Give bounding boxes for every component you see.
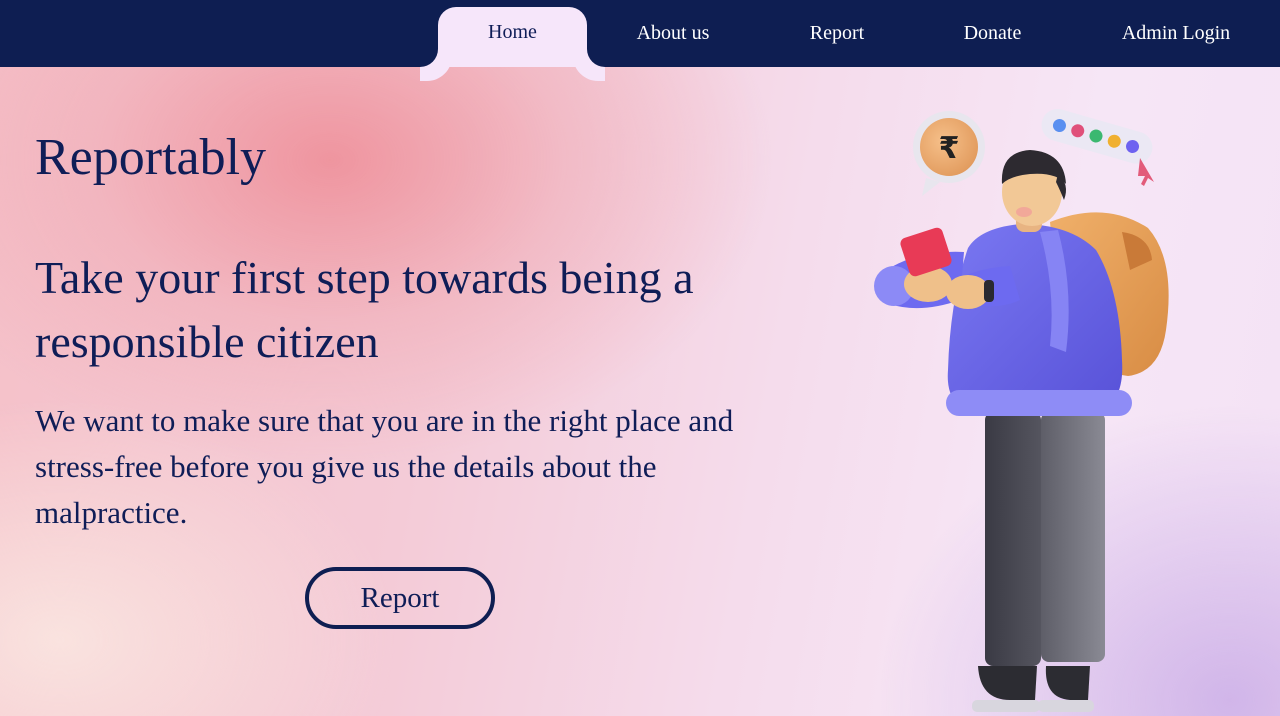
hero-description: We want to make sure that you are in the…: [35, 403, 734, 530]
nav-report[interactable]: Report: [790, 0, 884, 67]
person-with-phone-illustration: ₹: [860, 100, 1200, 716]
nav-home[interactable]: Home: [438, 7, 587, 67]
top-navbar: Home About us Report Donate Admin Login: [0, 0, 1280, 67]
hero-headline: Take your first step towards being a res…: [35, 252, 694, 367]
report-button[interactable]: Report: [305, 567, 495, 629]
color-dots-card-icon: [1041, 108, 1153, 164]
nav-donate[interactable]: Donate: [945, 0, 1040, 67]
brand-title: Reportably: [35, 129, 267, 186]
nav-admin-login[interactable]: Admin Login: [1105, 0, 1247, 67]
rupee-symbol: ₹: [939, 131, 960, 166]
rupee-bubble-icon: ₹: [913, 111, 985, 196]
nav-about-us[interactable]: About us: [610, 0, 736, 67]
cursor-icon: [1138, 158, 1154, 186]
